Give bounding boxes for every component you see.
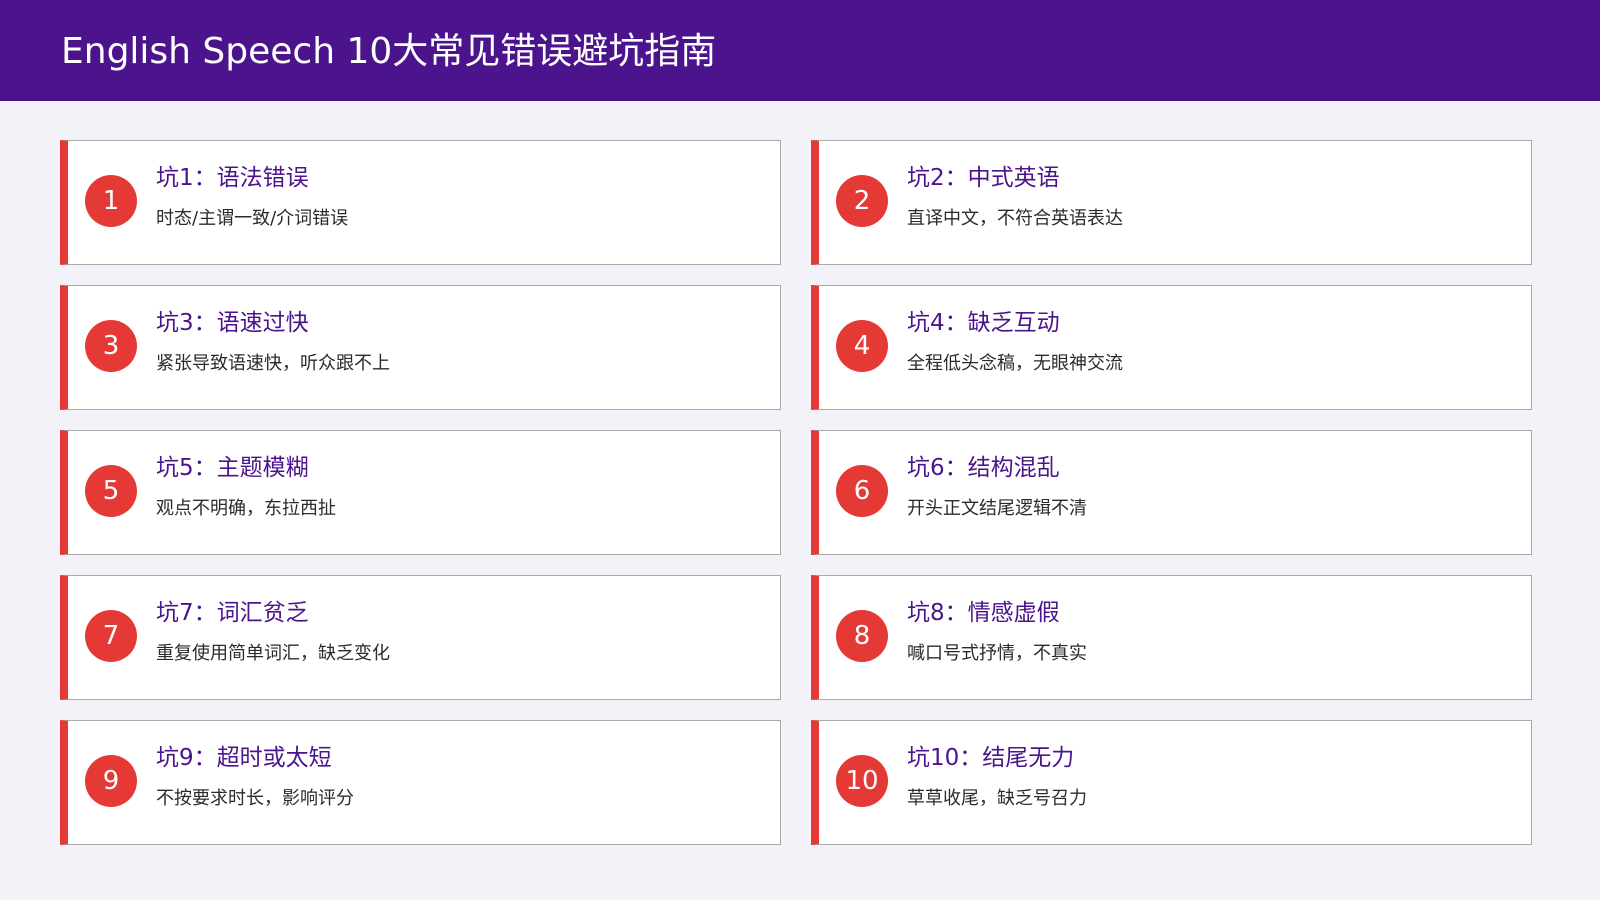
pitfall-description: 直译中文，不符合英语表达 [907, 208, 1123, 229]
number-badge: 6 [836, 465, 888, 517]
pitfall-title: 坑3：语速过快 [156, 310, 309, 336]
header-bar: English Speech 10大常见错误避坑指南 [0, 0, 1600, 101]
number-badge: 10 [836, 755, 888, 807]
pitfall-title: 坑8：情感虚假 [907, 600, 1060, 626]
pitfall-card-10: 10 坑10：结尾无力 草草收尾，缺乏号召力 [811, 720, 1532, 845]
pitfall-description: 草草收尾，缺乏号召力 [907, 788, 1087, 809]
pitfall-title: 坑2：中式英语 [907, 165, 1060, 191]
pitfall-card-9: 9 坑9：超时或太短 不按要求时长，影响评分 [60, 720, 781, 845]
pitfall-title: 坑10：结尾无力 [907, 745, 1075, 771]
pitfall-description: 全程低头念稿，无眼神交流 [907, 353, 1123, 374]
number-badge: 2 [836, 175, 888, 227]
pitfall-title: 坑1：语法错误 [156, 165, 309, 191]
pitfall-card-8: 8 坑8：情感虚假 喊口号式抒情，不真实 [811, 575, 1532, 700]
number-badge: 1 [85, 175, 137, 227]
number-badge: 3 [85, 320, 137, 372]
number-badge: 7 [85, 610, 137, 662]
pitfall-description: 喊口号式抒情，不真实 [907, 643, 1087, 664]
pitfall-title: 坑5：主题模糊 [156, 455, 309, 481]
pitfall-card-1: 1 坑1：语法错误 时态/主谓一致/介词错误 [60, 140, 781, 265]
pitfall-description: 时态/主谓一致/介词错误 [156, 208, 349, 229]
pitfall-title: 坑9：超时或太短 [156, 745, 332, 771]
number-badge: 5 [85, 465, 137, 517]
pitfall-description: 不按要求时长，影响评分 [156, 788, 354, 809]
pitfall-card-7: 7 坑7：词汇贫乏 重复使用简单词汇，缺乏变化 [60, 575, 781, 700]
number-badge: 9 [85, 755, 137, 807]
pitfall-description: 紧张导致语速快，听众跟不上 [156, 353, 390, 374]
pitfall-card-3: 3 坑3：语速过快 紧张导致语速快，听众跟不上 [60, 285, 781, 410]
number-badge: 8 [836, 610, 888, 662]
pitfall-card-6: 6 坑6：结构混乱 开头正文结尾逻辑不清 [811, 430, 1532, 555]
pitfall-card-2: 2 坑2：中式英语 直译中文，不符合英语表达 [811, 140, 1532, 265]
pitfall-title: 坑6：结构混乱 [907, 455, 1060, 481]
pitfall-description: 开头正文结尾逻辑不清 [907, 498, 1087, 519]
pitfall-grid: 1 坑1：语法错误 时态/主谓一致/介词错误 2 坑2：中式英语 直译中文，不符… [60, 140, 1532, 845]
pitfall-card-4: 4 坑4：缺乏互动 全程低头念稿，无眼神交流 [811, 285, 1532, 410]
number-badge: 4 [836, 320, 888, 372]
pitfall-description: 观点不明确，东拉西扯 [156, 498, 336, 519]
pitfall-title: 坑4：缺乏互动 [907, 310, 1060, 336]
pitfall-description: 重复使用简单词汇，缺乏变化 [156, 643, 390, 664]
page-title: English Speech 10大常见错误避坑指南 [61, 31, 717, 72]
pitfall-title: 坑7：词汇贫乏 [156, 600, 309, 626]
pitfall-card-5: 5 坑5：主题模糊 观点不明确，东拉西扯 [60, 430, 781, 555]
